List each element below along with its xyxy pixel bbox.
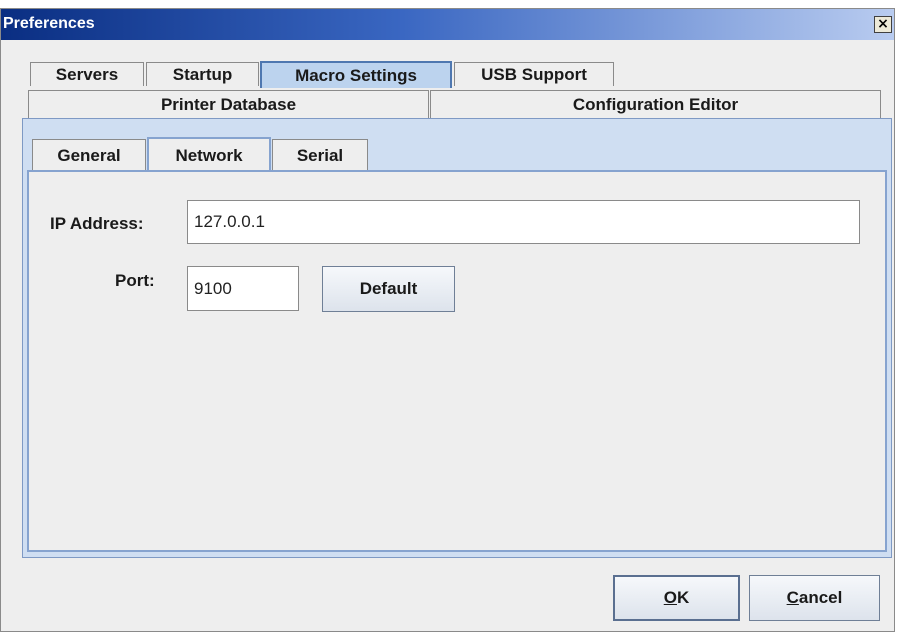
tab-macro-settings[interactable]: Macro Settings bbox=[260, 61, 452, 88]
subtab-network[interactable]: Network bbox=[147, 137, 271, 172]
close-icon: × bbox=[877, 16, 889, 32]
tab-label: General bbox=[57, 145, 121, 165]
port-label: Port: bbox=[115, 271, 155, 290]
tab-label: Startup bbox=[172, 64, 233, 84]
tab-label: USB Support bbox=[481, 64, 587, 84]
tab-printer-database[interactable]: Printer Database bbox=[28, 90, 429, 119]
tab-label: Printer Database bbox=[160, 95, 297, 114]
tab-label: Macro Settings bbox=[295, 65, 417, 85]
default-button[interactable]: Default bbox=[322, 266, 455, 312]
tab-label: Configuration Editor bbox=[572, 95, 739, 114]
port-value: 9100 bbox=[194, 278, 232, 298]
close-button[interactable]: × bbox=[874, 16, 892, 33]
ip-address-label: IP Address: bbox=[50, 214, 144, 233]
subtab-general[interactable]: General bbox=[32, 139, 146, 171]
tab-startup[interactable]: Startup bbox=[146, 62, 259, 86]
ip-address-value: 127.0.0.1 bbox=[194, 212, 265, 231]
port-field[interactable]: 9100 bbox=[187, 266, 299, 311]
tab-servers[interactable]: Servers bbox=[30, 62, 144, 86]
ok-button-label: OK bbox=[663, 588, 690, 607]
cancel-button[interactable]: Cancel bbox=[749, 575, 880, 621]
subtab-serial[interactable]: Serial bbox=[272, 139, 368, 171]
tab-label: Network bbox=[175, 145, 243, 165]
tab-label: Serial bbox=[296, 145, 344, 165]
title-bar[interactable]: Preferences × bbox=[1, 9, 894, 40]
tab-label: Servers bbox=[55, 64, 119, 84]
default-button-label: Default bbox=[359, 279, 418, 298]
window-title: Preferences bbox=[3, 15, 95, 32]
cancel-button-label: Cancel bbox=[786, 588, 843, 607]
tab-usb-support[interactable]: USB Support bbox=[454, 62, 614, 86]
ok-button[interactable]: OK bbox=[613, 575, 740, 621]
ip-address-field[interactable]: 127.0.0.1 bbox=[187, 200, 860, 244]
tab-configuration-editor[interactable]: Configuration Editor bbox=[430, 90, 881, 119]
